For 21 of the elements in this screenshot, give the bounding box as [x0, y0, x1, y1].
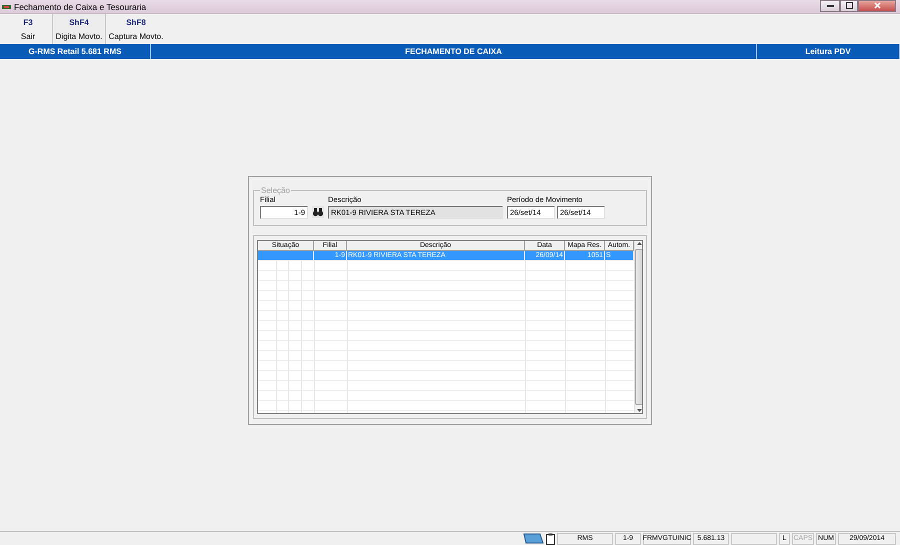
- minimize-icon: [826, 4, 834, 6]
- app-icon: [2, 4, 11, 10]
- screen-title: FECHAMENTO DE CAIXA: [151, 44, 757, 59]
- restore-icon: [846, 2, 852, 9]
- mode-label: Leitura PDV: [757, 44, 900, 59]
- toolbar-button[interactable]: F3 Sair: [4, 14, 52, 44]
- scroll-up-icon[interactable]: [637, 241, 642, 247]
- toolbar-button[interactable]: ShF4 Digita Movto.: [52, 14, 106, 44]
- binoculars-icon[interactable]: [312, 206, 324, 218]
- app-version: G-RMS Retail 5.681 RMS: [0, 44, 151, 59]
- clipboard-icon: [546, 532, 555, 544]
- close-button[interactable]: [858, 0, 896, 12]
- window-title: Fechamento de Caixa e Tesouraria: [14, 2, 146, 12]
- restore-button[interactable]: [840, 0, 858, 12]
- scrollbar[interactable]: [634, 241, 642, 413]
- scroll-down-icon[interactable]: [637, 407, 642, 413]
- group-legend: Seleção: [260, 186, 291, 195]
- monitor-icon: [522, 533, 544, 544]
- close-icon: [874, 2, 880, 9]
- minimize-button[interactable]: [820, 0, 840, 12]
- toolbar-button[interactable]: ShF8 Captura Movto.: [106, 14, 166, 44]
